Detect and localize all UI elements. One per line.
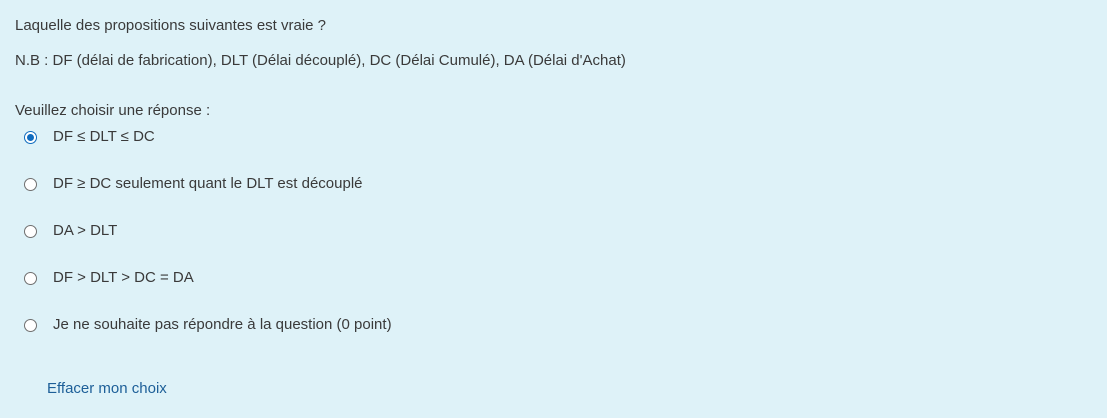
radio-button[interactable]	[24, 318, 37, 332]
answer-option-4[interactable]: DF > DLT > DC = DA	[24, 266, 1092, 290]
answer-label: DF ≤ DLT ≤ DC	[53, 128, 155, 145]
question-note: N.B : DF (délai de fabrication), DLT (Dé…	[15, 52, 626, 69]
clear-choice-link[interactable]: Effacer mon choix	[47, 378, 167, 400]
answer-option-5[interactable]: Je ne souhaite pas répondre à la questio…	[24, 313, 1092, 337]
radio-button[interactable]	[24, 177, 37, 191]
answer-label: DA > DLT	[53, 222, 118, 239]
radio-button[interactable]	[24, 224, 37, 238]
answer-label: Je ne souhaite pas répondre à la questio…	[53, 316, 392, 333]
answer-option-3[interactable]: DA > DLT	[24, 219, 1092, 243]
radio-button-selected[interactable]	[24, 130, 37, 144]
answer-option-1[interactable]: DF ≤ DLT ≤ DC	[24, 125, 1092, 149]
radio-button[interactable]	[24, 271, 37, 285]
answer-option-2[interactable]: DF ≥ DC seulement quant le DLT est décou…	[24, 172, 1092, 196]
answer-label: DF > DLT > DC = DA	[53, 269, 194, 286]
question-text: Laquelle des propositions suivantes est …	[15, 17, 327, 34]
answer-prompt: Veuillez choisir une réponse :	[15, 102, 211, 119]
answer-label: DF ≥ DC seulement quant le DLT est décou…	[53, 175, 363, 192]
answer-list: DF ≤ DLT ≤ DC DF ≥ DC seulement quant le…	[15, 125, 1092, 337]
question-panel: Laquelle des propositions suivantes est …	[0, 0, 1107, 418]
